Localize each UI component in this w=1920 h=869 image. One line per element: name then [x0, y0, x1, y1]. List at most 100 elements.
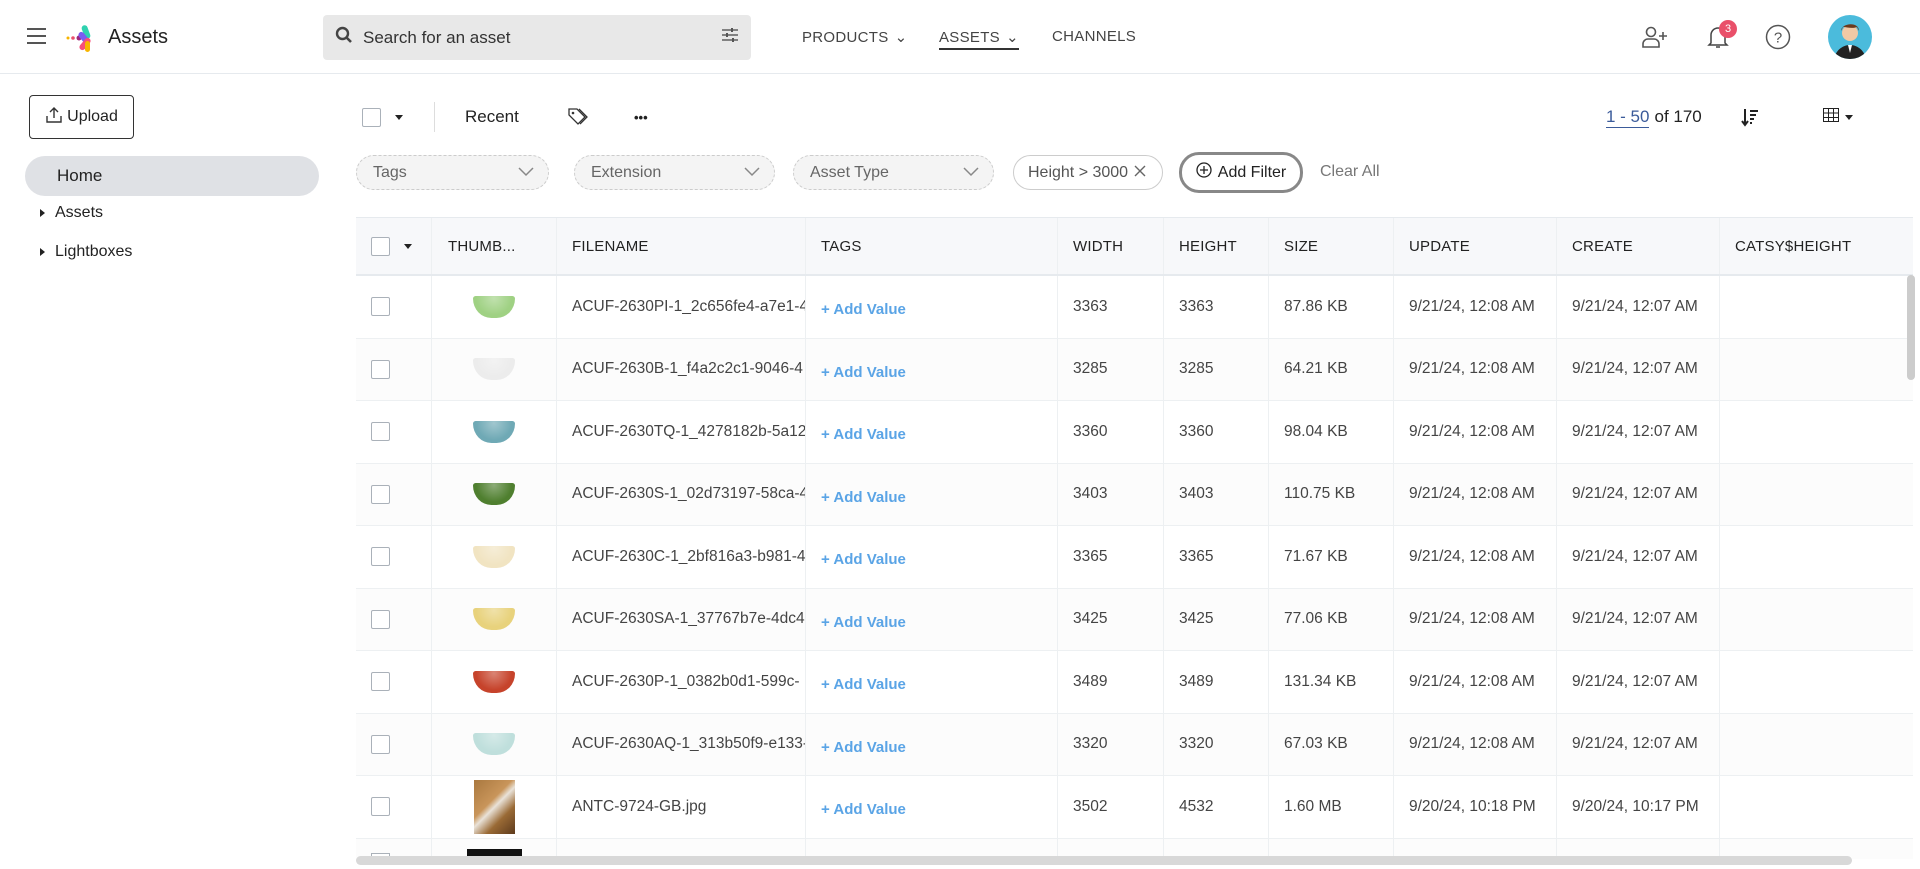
column-header-tags[interactable]: TAGS	[806, 218, 1058, 274]
select-all-dropdown[interactable]	[362, 98, 403, 136]
user-avatar[interactable]	[1828, 15, 1872, 59]
thumbnail-cell	[432, 651, 557, 713]
table-row[interactable]: ANTC-9724-GB.jpg + Add Value 3502 4532 1…	[356, 776, 1913, 839]
table-row[interactable]: ACUF-2630B-1_f4a2c2c1-9046-4 + Add Value…	[356, 338, 1913, 401]
thumbnail-image[interactable]	[473, 295, 515, 318]
view-toggle-button[interactable]	[1823, 98, 1853, 136]
table-row[interactable]: ACUF-2630TQ-1_4278182b-5a12 + Add Value …	[356, 401, 1913, 464]
filename-cell[interactable]: ACUF-2630PI-1_2c656fe4-a7e1-4	[557, 276, 806, 338]
update-cell: 9/21/24, 12:08 AM	[1394, 526, 1557, 588]
row-checkbox[interactable]	[371, 547, 390, 567]
pagination-range-link[interactable]: 1 - 50	[1606, 107, 1650, 128]
table-row[interactable]: ACUF-2630S-1_02d73197-58ca-4 + Add Value…	[356, 463, 1913, 526]
close-icon[interactable]	[1134, 164, 1146, 182]
add-filter-button[interactable]: Add Filter	[1179, 152, 1303, 193]
sidebar-item-assets[interactable]: Assets	[40, 204, 103, 222]
catsy-height-cell	[1720, 776, 1900, 838]
expand-triangle-icon[interactable]	[40, 248, 45, 256]
add-value-link[interactable]: + Add Value	[821, 545, 906, 568]
add-user-icon[interactable]	[1640, 22, 1670, 52]
row-checkbox[interactable]	[371, 422, 390, 442]
expand-triangle-icon[interactable]	[40, 209, 45, 217]
filename-cell[interactable]: ANTC-9724-GB.jpg	[557, 776, 806, 838]
thumbnail-image[interactable]	[473, 358, 515, 381]
row-checkbox[interactable]	[371, 609, 390, 629]
thumbnail-image[interactable]	[473, 483, 515, 506]
thumbnail-image[interactable]	[473, 420, 515, 443]
search-box[interactable]	[323, 15, 751, 60]
filename-cell[interactable]: ACUF-2630TQ-1_4278182b-5a12	[557, 401, 806, 463]
caret-down-icon[interactable]	[404, 243, 412, 249]
table-row[interactable]: ACUF-2630PI-1_2c656fe4-a7e1-4 + Add Valu…	[356, 276, 1913, 339]
hamburger-menu-icon[interactable]	[27, 28, 46, 44]
column-header-thumbnail[interactable]: THUMB...	[432, 218, 557, 274]
filename-cell[interactable]: ACUF-2630SA-1_37767b7e-4dc4	[557, 588, 806, 650]
filename-cell[interactable]: ACUF-2630P-1_0382b0d1-599c-	[557, 651, 806, 713]
filter-extension[interactable]: Extension	[574, 155, 775, 190]
table-row[interactable]: ACUF-2630AQ-1_313b50f9-e133- + Add Value…	[356, 713, 1913, 776]
thumbnail-cell	[432, 463, 557, 525]
table-row[interactable]: ACUF-2630P-1_0382b0d1-599c- + Add Value …	[356, 651, 1913, 714]
column-header-catsy-height[interactable]: CATSY$HEIGHT	[1720, 218, 1900, 274]
add-value-link[interactable]: + Add Value	[821, 483, 906, 506]
recent-button[interactable]: Recent	[465, 98, 519, 136]
help-icon[interactable]: ?	[1763, 22, 1793, 52]
row-checkbox[interactable]	[371, 672, 390, 692]
thumbnail-image[interactable]	[473, 670, 515, 693]
filename-cell[interactable]: ACUF-2630S-1_02d73197-58ca-4	[557, 463, 806, 525]
filter-asset-type[interactable]: Asset Type	[793, 155, 994, 190]
notifications-bell-icon[interactable]: 3	[1703, 20, 1737, 52]
upload-button[interactable]: Upload	[29, 95, 134, 139]
column-header-height[interactable]: HEIGHT	[1164, 218, 1269, 274]
thumbnail-image[interactable]	[473, 608, 515, 631]
height-cell: 3425	[1164, 588, 1269, 650]
add-value-link[interactable]: + Add Value	[821, 420, 906, 443]
column-header-create[interactable]: CREATE	[1557, 218, 1720, 274]
search-input[interactable]	[363, 27, 721, 48]
thumbnail-image[interactable]	[473, 733, 515, 756]
nav-products[interactable]: PRODUCTS ⌄	[802, 28, 907, 47]
tags-cell: + Add Value	[806, 463, 1058, 525]
row-checkbox[interactable]	[371, 484, 390, 504]
horizontal-scrollbar[interactable]	[356, 856, 1852, 865]
add-value-link[interactable]: + Add Value	[821, 608, 906, 631]
sort-icon[interactable]	[1740, 98, 1760, 136]
row-checkbox[interactable]	[371, 797, 390, 817]
column-header-filename[interactable]: FILENAME	[557, 218, 806, 274]
vertical-scrollbar[interactable]	[1907, 275, 1915, 380]
thumbnail-image[interactable]	[473, 779, 515, 834]
column-header-update[interactable]: UPDATE	[1394, 218, 1557, 274]
filename-cell[interactable]: ACUF-2630C-1_2bf816a3-b981-4	[557, 526, 806, 588]
thumbnail-image[interactable]	[473, 545, 515, 568]
add-value-link[interactable]: + Add Value	[821, 295, 906, 318]
row-checkbox[interactable]	[371, 297, 390, 317]
header-select-all[interactable]	[356, 218, 432, 274]
column-header-width[interactable]: WIDTH	[1058, 218, 1164, 274]
table-row[interactable]: ACUF-2630C-1_2bf816a3-b981-4 + Add Value…	[356, 526, 1913, 589]
more-options-button[interactable]: •••	[634, 98, 648, 136]
filename-cell[interactable]: ACUF-2630AQ-1_313b50f9-e133-	[557, 713, 806, 775]
nav-assets[interactable]: ASSETS ⌄	[939, 28, 1019, 50]
height-cell: 3363	[1164, 276, 1269, 338]
filter-tags[interactable]: Tags	[356, 155, 549, 190]
sidebar-item-lightboxes[interactable]: Lightboxes	[40, 243, 132, 261]
height-cell: 3285	[1164, 338, 1269, 400]
row-checkbox[interactable]	[371, 359, 390, 379]
add-value-link[interactable]: + Add Value	[821, 733, 906, 756]
add-value-link[interactable]: + Add Value	[821, 795, 906, 818]
header-checkbox[interactable]	[371, 236, 390, 256]
nav-channels[interactable]: CHANNELS	[1052, 28, 1136, 45]
active-filter-chip[interactable]: Height > 3000	[1013, 155, 1163, 190]
sidebar-item-home[interactable]: Home	[25, 156, 319, 196]
add-value-link[interactable]: + Add Value	[821, 670, 906, 693]
tag-icon[interactable]	[568, 98, 590, 136]
column-header-size[interactable]: SIZE	[1269, 218, 1394, 274]
clear-all-link[interactable]: Clear All	[1320, 163, 1380, 181]
select-all-checkbox[interactable]	[362, 107, 381, 127]
filter-settings-icon[interactable]	[721, 28, 739, 47]
caret-down-icon[interactable]	[395, 114, 403, 120]
table-row[interactable]: ACUF-2630SA-1_37767b7e-4dc4 + Add Value …	[356, 588, 1913, 651]
filename-cell[interactable]: ACUF-2630B-1_f4a2c2c1-9046-4	[557, 338, 806, 400]
row-checkbox[interactable]	[371, 734, 390, 754]
add-value-link[interactable]: + Add Value	[821, 358, 906, 381]
